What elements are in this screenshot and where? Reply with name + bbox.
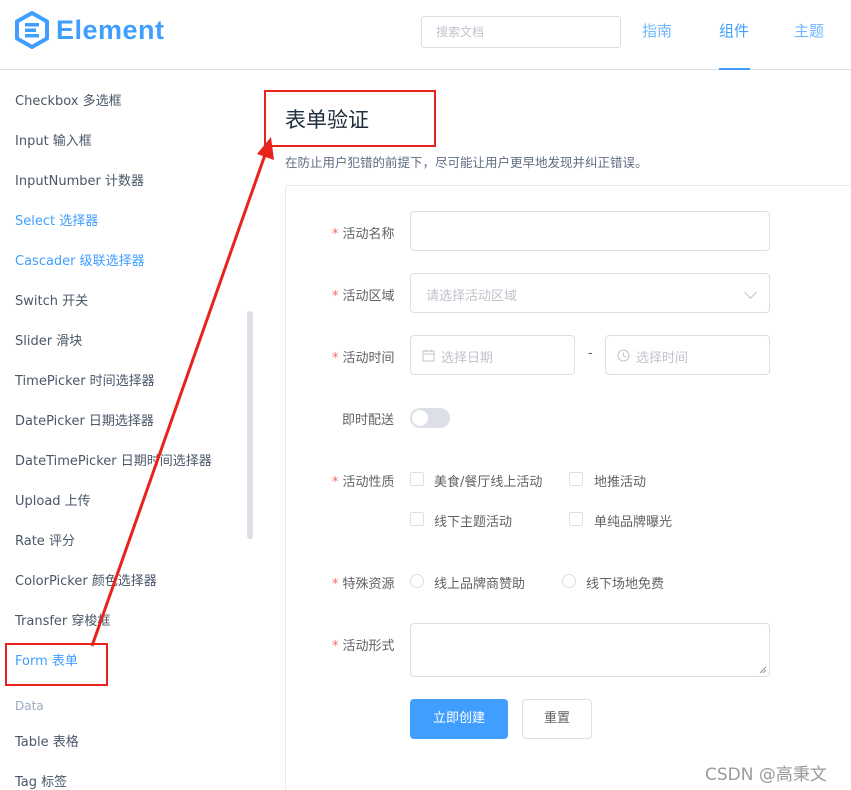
label-text: 活动区域 bbox=[342, 289, 395, 304]
nav-component[interactable]: 组件 bbox=[719, 20, 749, 41]
sidebar-item-inputnumber[interactable]: InputNumber 计数器 bbox=[15, 170, 144, 189]
annotation-box-title bbox=[264, 90, 436, 147]
activity-name-input[interactable] bbox=[410, 211, 770, 251]
resource-radio-sponsor[interactable] bbox=[410, 574, 424, 588]
delivery-switch[interactable] bbox=[410, 408, 450, 428]
label-activity-region: * 活动区域 bbox=[332, 285, 395, 304]
sidebar-item-datepicker[interactable]: DatePicker 日期选择器 bbox=[15, 410, 154, 429]
type-option-label[interactable]: 单纯品牌曝光 bbox=[594, 511, 672, 530]
type-checkbox-ground[interactable] bbox=[569, 472, 583, 486]
page-description: 在防止用户犯错的前提下，尽可能让用户更早地发现并纠正错误。 bbox=[285, 155, 648, 170]
time-separator: - bbox=[588, 346, 593, 361]
sidebar-item-datetimepicker[interactable]: DateTimePicker 日期时间选择器 bbox=[15, 450, 212, 469]
create-button[interactable]: 立即创建 bbox=[410, 699, 508, 739]
sidebar-item-select[interactable]: Select 选择器 bbox=[15, 210, 98, 229]
required-mark: * bbox=[332, 227, 339, 242]
resize-grip-icon[interactable] bbox=[759, 666, 767, 674]
type-option-label[interactable]: 线下主题活动 bbox=[434, 511, 512, 530]
sidebar-item-checkbox[interactable]: Checkbox 多选框 bbox=[15, 90, 122, 109]
sidebar-scrollbar[interactable] bbox=[247, 311, 253, 539]
resource-option-label[interactable]: 线下场地免费 bbox=[586, 573, 664, 592]
required-mark: * bbox=[332, 639, 339, 654]
reset-button[interactable]: 重置 bbox=[522, 699, 592, 739]
type-checkbox-online-food[interactable] bbox=[410, 472, 424, 486]
type-option-label[interactable]: 地推活动 bbox=[594, 471, 646, 490]
calendar-icon bbox=[422, 349, 435, 362]
sidebar-item-switch[interactable]: Switch 开关 bbox=[15, 290, 88, 309]
required-mark: * bbox=[332, 289, 339, 304]
watermark: CSDN @高秉文 bbox=[705, 765, 827, 785]
date-placeholder: 选择日期 bbox=[441, 351, 494, 366]
sidebar-item-input[interactable]: Input 输入框 bbox=[15, 130, 92, 149]
annotation-box-form-item bbox=[5, 643, 108, 686]
element-logo-icon bbox=[15, 11, 49, 49]
time-picker-input[interactable]: 选择时间 bbox=[605, 335, 770, 375]
label-activity-type: * 活动性质 bbox=[332, 471, 395, 490]
resource-radio-venue[interactable] bbox=[562, 574, 576, 588]
label-text: 活动形式 bbox=[342, 639, 395, 654]
sidebar-item-cascader[interactable]: Cascader 级联选择器 bbox=[15, 250, 145, 269]
chevron-down-icon bbox=[744, 286, 757, 299]
clock-icon bbox=[617, 349, 630, 362]
sidebar-item-tag[interactable]: Tag 标签 bbox=[15, 771, 67, 790]
nav-guide[interactable]: 指南 bbox=[642, 20, 672, 41]
type-checkbox-offline-theme[interactable] bbox=[410, 512, 424, 526]
sidebar-item-colorpicker[interactable]: ColorPicker 颜色选择器 bbox=[15, 570, 157, 589]
sidebar-group-data: Data bbox=[15, 699, 44, 713]
type-checkbox-brand[interactable] bbox=[569, 512, 583, 526]
label-activity-time: * 活动时间 bbox=[332, 347, 395, 366]
sidebar-item-transfer[interactable]: Transfer 穿梭框 bbox=[15, 610, 110, 629]
sidebar-item-rate[interactable]: Rate 评分 bbox=[15, 530, 75, 549]
label-activity-form: * 活动形式 bbox=[332, 635, 395, 654]
type-option-label[interactable]: 美食/餐厅线上活动 bbox=[434, 471, 542, 490]
region-placeholder: 请选择活动区域 bbox=[426, 289, 518, 304]
label-special-resource: * 特殊资源 bbox=[332, 573, 395, 592]
sidebar-item-timepicker[interactable]: TimePicker 时间选择器 bbox=[15, 370, 155, 389]
label-text: 活动名称 bbox=[342, 227, 395, 242]
search-input[interactable] bbox=[421, 16, 621, 48]
sidebar-item-table[interactable]: Table 表格 bbox=[15, 731, 79, 750]
sidebar-item-slider[interactable]: Slider 滑块 bbox=[15, 330, 82, 349]
top-header: Element 指南 组件 主题 bbox=[0, 0, 851, 70]
label-text: 活动时间 bbox=[342, 351, 395, 366]
switch-knob bbox=[412, 410, 428, 426]
activity-form-textarea[interactable] bbox=[410, 623, 770, 677]
sidebar-item-upload[interactable]: Upload 上传 bbox=[15, 490, 91, 509]
time-placeholder: 选择时间 bbox=[636, 351, 689, 366]
required-mark: * bbox=[332, 351, 339, 366]
logo-text: Element bbox=[56, 14, 165, 45]
label-delivery: 即时配送 bbox=[342, 413, 395, 428]
required-mark: * bbox=[332, 475, 339, 490]
label-text: 活动性质 bbox=[342, 475, 395, 490]
element-logo[interactable]: Element bbox=[14, 11, 165, 49]
activity-region-select[interactable]: 请选择活动区域 bbox=[410, 273, 770, 313]
date-picker-input[interactable]: 选择日期 bbox=[410, 335, 575, 375]
resource-option-label[interactable]: 线上品牌商赞助 bbox=[434, 573, 525, 592]
nav-active-indicator bbox=[719, 68, 750, 70]
label-activity-name: * 活动名称 bbox=[332, 223, 395, 242]
required-mark: * bbox=[332, 577, 339, 592]
nav-theme[interactable]: 主题 bbox=[794, 20, 824, 41]
label-text: 特殊资源 bbox=[342, 577, 395, 592]
